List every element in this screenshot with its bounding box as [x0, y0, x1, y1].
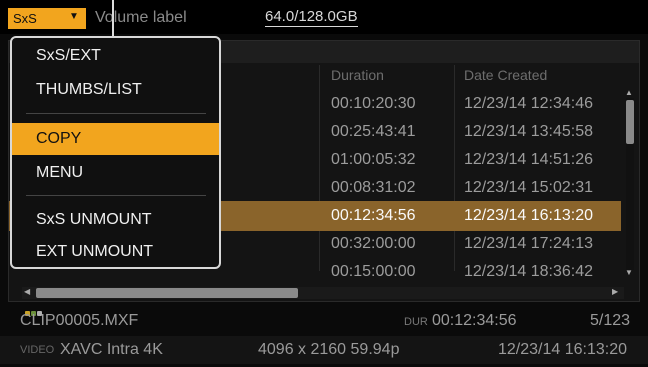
clip-index: 5/123: [590, 312, 631, 329]
volume-label: Volume label: [95, 9, 187, 26]
menu-item-menu[interactable]: MENU: [12, 157, 219, 189]
clip-duration: 01:00:05:32: [331, 151, 416, 168]
clip-filename: CLIP00005.MXF: [20, 312, 139, 329]
media-selector[interactable]: SxS ▼: [8, 8, 86, 29]
clip-duration: 00:12:34:56: [331, 207, 416, 224]
menu-pointer-line: [112, 0, 114, 37]
clip-date: 12/23/14 17:24:13: [464, 235, 594, 252]
clip-info-bar: CLIP00005.MXF DUR 00:12:34:56 5/123: [0, 308, 648, 334]
clip-list-screen: SxS ▼ Volume label 64.0/128.0GB Duration…: [0, 0, 648, 367]
clip-date: 12/23/14 18:36:42: [464, 263, 594, 280]
context-menu: SxS/EXT THUMBS/LIST COPY MENU SxS UNMOUN…: [10, 36, 221, 269]
menu-divider: [26, 113, 206, 114]
top-bar: SxS ▼ Volume label 64.0/128.0GB: [0, 0, 648, 37]
clip-duration: 00:25:43:41: [331, 123, 416, 140]
clip-duration-info: 00:12:34:56: [432, 312, 517, 329]
menu-item-sxs-ext[interactable]: SxS/EXT: [12, 40, 219, 72]
resolution-fps: 4096 x 2160 59.94p: [258, 341, 400, 358]
duration-prefix: DUR: [404, 316, 428, 328]
scroll-right-icon[interactable]: ▶: [612, 287, 618, 296]
clip-duration: 00:08:31:02: [331, 179, 416, 196]
scroll-left-icon[interactable]: ◀: [24, 287, 30, 296]
clip-datetime: 12/23/14 16:13:20: [498, 341, 628, 358]
column-header-date-created[interactable]: Date Created: [464, 67, 547, 83]
clip-duration: 00:15:00:00: [331, 263, 416, 280]
clip-date: 12/23/14 14:51:26: [464, 151, 594, 168]
clip-date: 12/23/14 15:02:31: [464, 179, 594, 196]
capacity-indicator: 64.0/128.0GB: [265, 8, 358, 27]
column-header-duration[interactable]: Duration: [331, 67, 384, 83]
codec: XAVC Intra 4K: [60, 341, 163, 358]
menu-item-ext-unmount[interactable]: EXT UNMOUNT: [12, 236, 219, 268]
video-prefix: VIDEO: [20, 344, 55, 356]
clip-date: 12/23/14 13:45:58: [464, 123, 594, 140]
menu-divider: [26, 195, 206, 196]
clip-date: 12/23/14 12:34:46: [464, 95, 594, 112]
scroll-up-icon[interactable]: ▲: [625, 88, 633, 97]
chevron-down-icon: ▼: [69, 11, 79, 22]
scrollbar-thumb[interactable]: [626, 100, 634, 144]
media-selector-label: SxS: [13, 11, 37, 26]
video-info-bar: VIDEO XAVC Intra 4K 4096 x 2160 59.94p 1…: [0, 336, 648, 364]
clip-date: 12/23/14 16:13:20: [464, 207, 594, 224]
scroll-down-icon[interactable]: ▼: [625, 268, 633, 277]
menu-item-sxs-unmount[interactable]: SxS UNMOUNT: [12, 204, 219, 236]
menu-item-thumbs-list[interactable]: THUMBS/LIST: [12, 74, 219, 106]
horizontal-scrollbar[interactable]: ◀ ▶: [22, 287, 624, 299]
menu-item-copy[interactable]: COPY: [12, 123, 219, 155]
clip-duration: 00:32:00:00: [331, 235, 416, 252]
clip-duration: 00:10:20:30: [331, 95, 416, 112]
vertical-scrollbar[interactable]: ▲ ▼: [624, 88, 636, 278]
scrollbar-thumb[interactable]: [36, 288, 298, 298]
